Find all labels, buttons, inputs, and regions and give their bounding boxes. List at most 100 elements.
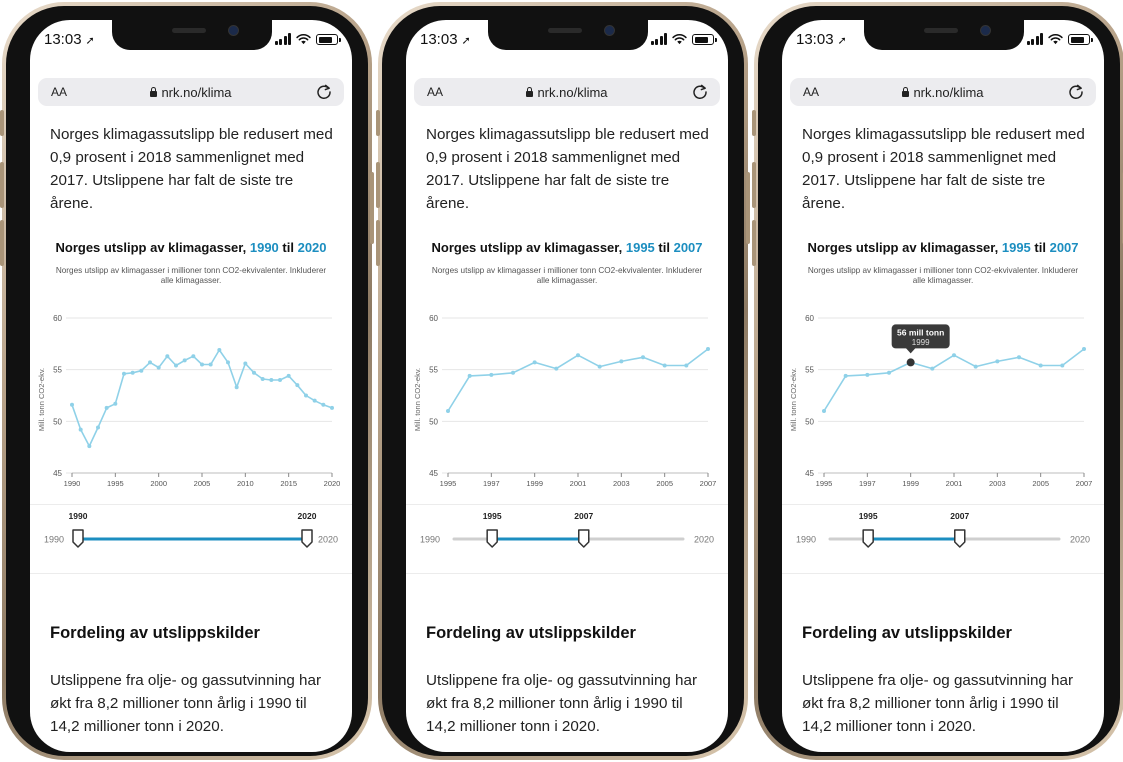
reload-icon[interactable] <box>1066 82 1086 102</box>
data-point[interactable] <box>243 361 248 366</box>
x-tick-label: 2001 <box>946 479 963 488</box>
data-point[interactable] <box>865 372 870 377</box>
url-text-wrap[interactable]: nrk.no/klima <box>790 85 1096 100</box>
data-point[interactable] <box>182 358 187 363</box>
volume-up-button <box>0 162 4 208</box>
data-point[interactable] <box>208 362 213 367</box>
intro-paragraph: Norges klimagassutslipp ble redusert med… <box>426 126 709 212</box>
data-point[interactable] <box>706 347 710 351</box>
phone-screen: 13:03 ➚ AA nrk.no/klima Norges klimagassu… <box>782 20 1104 752</box>
status-time-text: 13:03 <box>44 31 82 48</box>
data-point[interactable] <box>1060 363 1065 368</box>
data-point[interactable] <box>930 366 935 371</box>
data-point[interactable] <box>446 409 450 413</box>
y-tick-label: 55 <box>805 366 814 375</box>
emissions-line-chart[interactable]: 45 50 55 60 1990 1995 2000 2005 2010 2015 2020 Mill… <box>30 300 352 490</box>
data-point[interactable] <box>822 409 826 413</box>
data-point[interactable] <box>217 348 222 353</box>
data-point[interactable] <box>952 353 956 358</box>
data-point[interactable] <box>641 355 645 360</box>
address-bar[interactable]: AA nrk.no/klima <box>414 78 720 106</box>
url-text-wrap[interactable]: nrk.no/klima <box>38 85 344 100</box>
url-text-wrap[interactable]: nrk.no/klima <box>414 85 720 100</box>
slider-from-value-label: 1995 <box>483 511 502 521</box>
y-tick-label: 45 <box>53 469 62 478</box>
volume-up-button <box>752 162 756 208</box>
year-range-slider[interactable]: 1990 2020 1990 2020 <box>30 504 352 574</box>
chart-title-prefix: Norges utslipp av klimagasser, <box>431 240 623 255</box>
data-point[interactable] <box>312 398 317 403</box>
data-point[interactable] <box>78 427 83 432</box>
year-range-slider[interactable]: 1990 2020 1995 2007 <box>782 504 1104 574</box>
status-time: 13:03 ➚ <box>44 31 95 48</box>
x-tick-label: 1997 <box>859 479 876 488</box>
data-point[interactable] <box>554 366 559 371</box>
data-point[interactable] <box>973 364 978 369</box>
data-point[interactable] <box>252 370 256 375</box>
speaker-grille <box>172 28 206 33</box>
data-point[interactable] <box>304 393 308 398</box>
data-point-hovered[interactable] <box>906 358 915 367</box>
signal-icon <box>650 33 667 45</box>
data-point[interactable] <box>995 359 1000 364</box>
data-point[interactable] <box>619 359 624 364</box>
data-point[interactable] <box>113 401 118 406</box>
slider-from-handle[interactable] <box>486 529 498 548</box>
data-point[interactable] <box>139 368 144 373</box>
data-point[interactable] <box>122 371 126 376</box>
data-point[interactable] <box>278 378 282 382</box>
data-point[interactable] <box>226 360 230 365</box>
data-point[interactable] <box>96 425 100 430</box>
data-point[interactable] <box>295 383 300 388</box>
slider-from-handle[interactable] <box>72 529 84 548</box>
emissions-line-chart[interactable]: 45 50 55 60 1995 1997 1999 2001 2003 2005 2007 Mill… <box>782 300 1104 490</box>
data-point[interactable] <box>1017 355 1021 360</box>
slider-to-handle[interactable] <box>301 529 313 548</box>
slider-svg[interactable]: 1990 2020 1990 2020 <box>30 505 352 573</box>
data-point[interactable] <box>156 365 161 370</box>
address-bar[interactable]: AA nrk.no/klima <box>790 78 1096 106</box>
data-point[interactable] <box>887 370 891 375</box>
data-point[interactable] <box>330 405 334 410</box>
data-point[interactable] <box>684 363 689 368</box>
data-point[interactable] <box>191 354 196 359</box>
data-point[interactable] <box>87 444 92 449</box>
slider-svg[interactable]: 1990 2020 1995 2007 <box>406 505 728 573</box>
data-point[interactable] <box>70 402 74 407</box>
data-point[interactable] <box>576 353 580 358</box>
data-point[interactable] <box>597 364 602 369</box>
data-point[interactable] <box>286 373 291 378</box>
data-point[interactable] <box>165 354 170 359</box>
reload-icon[interactable] <box>690 82 710 102</box>
data-point[interactable] <box>321 402 326 407</box>
data-point[interactable] <box>532 360 537 365</box>
reload-icon[interactable] <box>314 82 334 102</box>
year-range-slider[interactable]: 1990 2020 1995 2007 <box>406 504 728 574</box>
data-point[interactable] <box>467 373 472 378</box>
data-point[interactable] <box>511 370 515 375</box>
data-point[interactable] <box>662 363 667 368</box>
location-arrow-icon: ➚ <box>461 35 471 47</box>
data-point[interactable] <box>234 385 239 390</box>
data-point[interactable] <box>1082 347 1086 351</box>
data-point[interactable] <box>174 363 178 368</box>
slider-from-handle[interactable] <box>862 529 874 548</box>
emissions-line-chart[interactable]: 45 50 55 60 1995 1997 1999 2001 2003 2005 2007 Mill… <box>406 300 728 490</box>
y-tick-label: 50 <box>429 417 438 426</box>
address-bar[interactable]: AA nrk.no/klima <box>38 78 344 106</box>
slider-to-handle[interactable] <box>578 529 590 548</box>
data-point[interactable] <box>489 372 494 377</box>
data-point[interactable] <box>269 378 274 382</box>
chart-title-prefix: Norges utslipp av klimagasser, <box>55 240 247 255</box>
data-point[interactable] <box>200 362 204 367</box>
data-point[interactable] <box>148 360 152 365</box>
data-point[interactable] <box>104 405 109 410</box>
x-tick-label: 2003 <box>989 479 1006 488</box>
data-point[interactable] <box>260 376 265 381</box>
slider-to-handle[interactable] <box>954 529 966 548</box>
data-point[interactable] <box>1038 363 1043 368</box>
slider-svg[interactable]: 1990 2020 1995 2007 <box>782 505 1104 573</box>
data-point[interactable] <box>843 373 848 378</box>
phone-bezel: 13:03 ➚ AA nrk.no/klima Norges klimagassu… <box>758 6 1120 756</box>
data-point[interactable] <box>130 370 135 375</box>
